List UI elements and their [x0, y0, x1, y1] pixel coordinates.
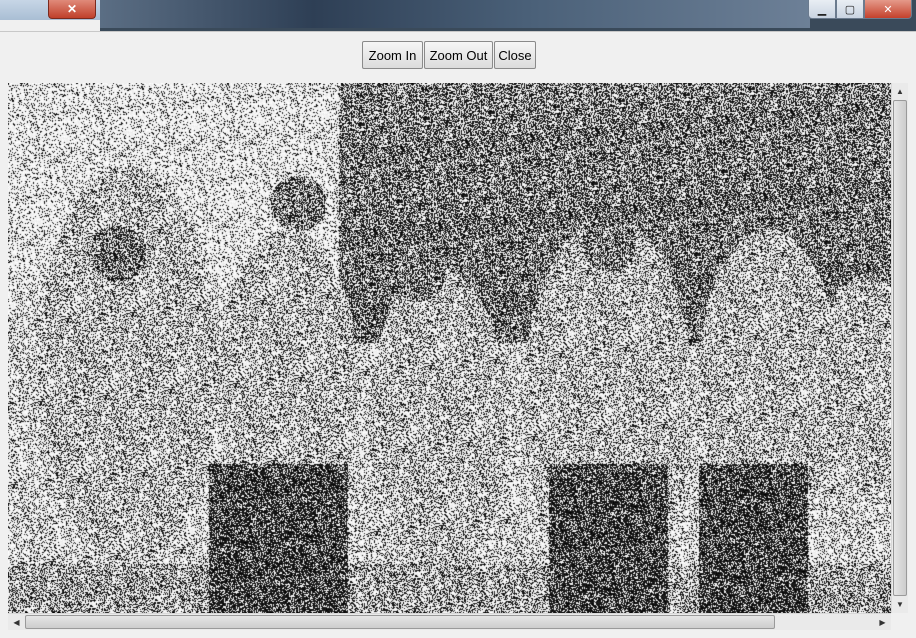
image-viewer-window: ▁ ▢ ✕ Zoom In Zoom Out Close ▲ ▼ ◀ ▶ — [0, 0, 916, 638]
zoom-in-button[interactable]: Zoom In — [362, 41, 423, 69]
scroll-left-icon[interactable]: ◀ — [8, 614, 25, 630]
minimize-button[interactable]: ▁ — [808, 0, 836, 19]
close-icon: ✕ — [883, 3, 893, 16]
maximize-button[interactable]: ▢ — [836, 0, 864, 19]
horizontal-scrollbar[interactable]: ◀ ▶ — [8, 613, 891, 630]
vertical-scroll-thumb[interactable] — [893, 100, 907, 596]
image-viewport[interactable] — [8, 83, 891, 613]
size-grip — [891, 613, 908, 630]
toolbar: Zoom In Zoom Out Close — [362, 41, 536, 69]
minimize-icon: ▁ — [817, 3, 827, 16]
window-close-button[interactable]: ✕ — [864, 0, 912, 19]
zoom-out-button[interactable]: Zoom Out — [424, 41, 493, 69]
scroll-right-icon[interactable]: ▶ — [874, 614, 891, 630]
scroll-up-icon[interactable]: ▲ — [892, 83, 908, 100]
window-caption-buttons: ▁ ▢ ✕ — [808, 0, 912, 20]
vertical-scrollbar[interactable]: ▲ ▼ — [891, 83, 908, 613]
noisy-photo-image — [8, 83, 891, 613]
window-client-area: Zoom In Zoom Out Close ▲ ▼ ◀ ▶ — [0, 31, 916, 638]
maximize-icon: ▢ — [844, 3, 856, 16]
horizontal-scroll-thumb[interactable] — [25, 615, 775, 629]
scroll-down-icon[interactable]: ▼ — [892, 596, 908, 613]
close-button[interactable]: Close — [494, 41, 536, 69]
desktop: ✕ se ▁ ▢ ✕ Zoom In Zoom Out Close — [0, 0, 916, 638]
